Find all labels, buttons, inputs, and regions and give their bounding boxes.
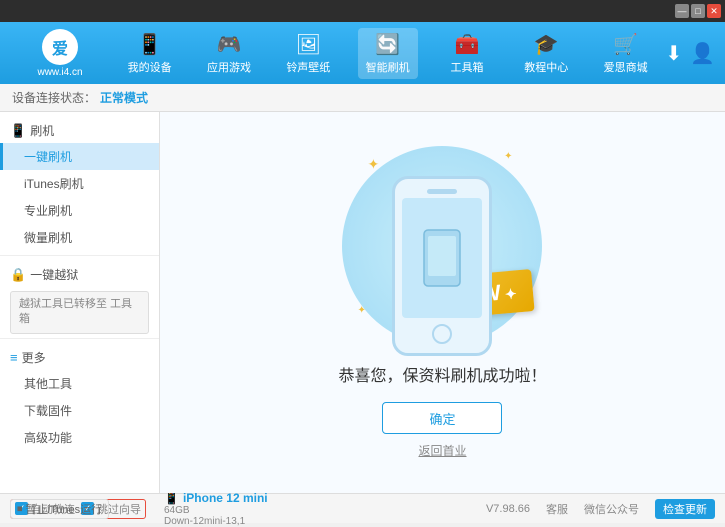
nav-apps-icon: 🎮: [217, 32, 242, 57]
nav-tutorial-icon: 🎓: [534, 32, 559, 57]
nav-store-label: 爱思商城: [604, 59, 648, 75]
nav-right: ⬇ 👤: [665, 41, 715, 66]
nav-smart-flash-label: 智能刷机: [366, 59, 410, 75]
phone-home-button: [432, 324, 452, 344]
phone-speaker: [427, 189, 457, 194]
again-link[interactable]: 返回首业: [418, 442, 466, 459]
phone-screen: [402, 198, 482, 318]
device-capacity: 64GB: [164, 505, 268, 516]
nav-my-device-icon: 📱: [137, 32, 162, 57]
stop-itunes-button[interactable]: ⏹ 暂止iTunes运行: [10, 499, 109, 519]
divider-1: [0, 255, 159, 256]
nav-wallpaper-icon: 🖼: [296, 32, 321, 57]
nav-tutorial[interactable]: 🎓 教程中心: [516, 28, 576, 79]
sidebar-section-flash: 📱 刷机: [0, 116, 159, 143]
sidebar-section-jailbreak: 🔒 一键越狱: [0, 260, 159, 287]
more-section-label: 更多: [22, 349, 46, 366]
minimize-button[interactable]: —: [675, 4, 689, 18]
user-button[interactable]: 👤: [690, 41, 715, 66]
check-update-button[interactable]: 检查更新: [655, 499, 715, 519]
close-button[interactable]: ✕: [707, 4, 721, 18]
nav-my-device[interactable]: 📱 我的设备: [120, 28, 180, 79]
device-info: 📱 iPhone 12 mini 64GB Down-12mini-13,1: [164, 491, 268, 527]
sidebar-item-micro-flash[interactable]: 微量刷机: [0, 224, 159, 251]
nav-store[interactable]: 🛒 爱思商城: [596, 28, 656, 79]
phone-illustration: [392, 176, 492, 356]
logo[interactable]: 爱 www.i4.cn: [10, 29, 110, 78]
sidebar-item-download-firmware[interactable]: 下载固件: [0, 397, 159, 424]
nav-items: 📱 我的设备 🎮 应用游戏 🖼 铃声壁纸 🔄 智能刷机 🧰 工具箱 🎓 教程中心…: [110, 28, 665, 79]
wechat-link[interactable]: 微信公众号: [584, 501, 639, 517]
sidebar-item-advanced[interactable]: 高级功能: [0, 424, 159, 451]
nav-wallpaper[interactable]: 🖼 铃声壁纸: [278, 28, 338, 79]
nav-toolbox-label: 工具箱: [450, 59, 483, 75]
version-label: V7.98.66: [486, 503, 530, 515]
divider-2: [0, 338, 159, 339]
jailbreak-section-icon: 🔒: [10, 267, 26, 283]
top-nav: 爱 www.i4.cn 📱 我的设备 🎮 应用游戏 🖼 铃声壁纸 🔄 智能刷机 …: [0, 22, 725, 84]
success-message: 恭喜您，保资料刷机成功啦！: [338, 362, 546, 386]
jailbreak-info-box: 越狱工具已转移至 工具箱: [10, 291, 149, 334]
bottom-bar: ✓ 自动教连 ✓ 跳过向导 📱 iPhone 12 mini 64GB Down…: [0, 493, 725, 523]
jailbreak-section-label: 一键越狱: [30, 266, 78, 283]
sidebar-item-pro-flash[interactable]: 专业刷机: [0, 197, 159, 224]
nav-smart-flash[interactable]: 🔄 智能刷机: [358, 28, 418, 79]
confirm-button[interactable]: 确定: [382, 402, 502, 434]
main-layout: 📱 刷机 一键刷机 iTunes刷机 专业刷机 微量刷机 🔒 一键越狱 越狱工具…: [0, 112, 725, 493]
stop-icon: ⏹: [17, 503, 23, 516]
logo-icon: 爱: [42, 29, 78, 65]
nav-store-icon: 🛒: [613, 32, 638, 57]
status-label: 设备连接状态：: [12, 89, 96, 106]
sparkle-1: ✦: [367, 156, 379, 173]
flash-section-label: 刷机: [30, 122, 54, 139]
sparkle-2: ✦: [504, 151, 512, 162]
sidebar-item-itunes-flash[interactable]: iTunes刷机: [0, 170, 159, 197]
content-area: ✦ ✦ ✦ NEW 恭喜您，保资料刷机成功啦！ 确定 返回首业: [160, 112, 725, 493]
device-model: Down-12mini-13,1: [164, 516, 268, 527]
logo-text: www.i4.cn: [37, 67, 82, 78]
download-button[interactable]: ⬇: [665, 41, 682, 66]
nav-apps-label: 应用游戏: [207, 59, 251, 75]
sidebar: 📱 刷机 一键刷机 iTunes刷机 专业刷机 微量刷机 🔒 一键越狱 越狱工具…: [0, 112, 160, 493]
nav-tutorial-label: 教程中心: [524, 59, 568, 75]
status-bar: 设备连接状态： 正常模式: [0, 84, 725, 112]
nav-smart-flash-icon: 🔄: [375, 32, 400, 57]
customer-service-link[interactable]: 客服: [546, 501, 568, 517]
title-bar: — □ ✕: [0, 0, 725, 22]
sidebar-section-more: ≡ 更多: [0, 343, 159, 370]
status-value: 正常模式: [100, 89, 148, 106]
nav-my-device-label: 我的设备: [128, 59, 172, 75]
nav-toolbox[interactable]: 🧰 工具箱: [437, 28, 497, 79]
sidebar-item-other-tools[interactable]: 其他工具: [0, 370, 159, 397]
bottom-right: V7.98.66 客服 微信公众号 检查更新: [486, 499, 715, 519]
nav-toolbox-icon: 🧰: [455, 32, 480, 57]
maximize-button[interactable]: □: [691, 4, 705, 18]
flash-section-icon: 📱: [10, 123, 26, 139]
nav-apps[interactable]: 🎮 应用游戏: [199, 28, 259, 79]
nav-wallpaper-label: 铃声壁纸: [286, 59, 330, 75]
sparkle-3: ✦: [357, 305, 365, 316]
sidebar-item-one-key-flash[interactable]: 一键刷机: [0, 143, 159, 170]
more-section-icon: ≡: [10, 350, 18, 365]
